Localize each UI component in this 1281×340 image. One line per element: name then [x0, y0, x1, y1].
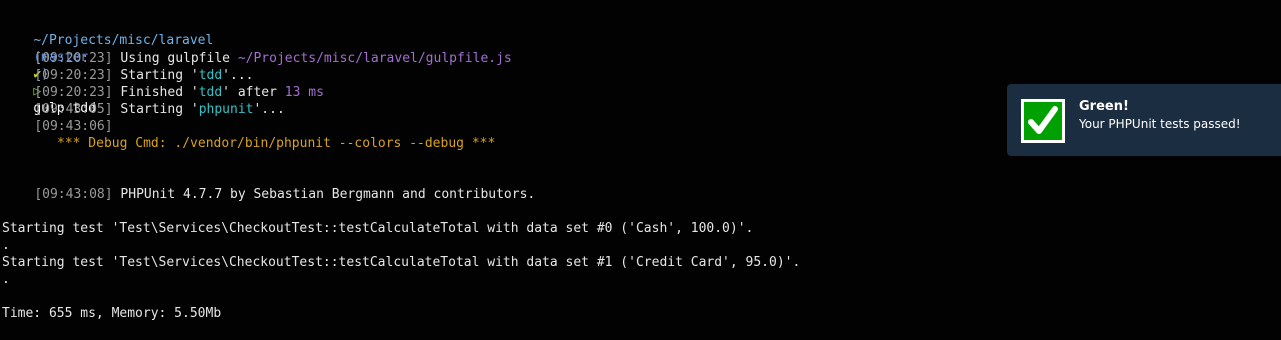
test-output-line: Starting test 'Test\Services\CheckoutTes…	[2, 255, 801, 270]
log-text: '...	[253, 102, 285, 117]
task-duration: 13 ms	[284, 85, 324, 100]
log-line-finished-tdd: [09:20:23] Finished 'tdd' after 13 ms	[3, 67, 324, 100]
test-summary: Time: 655 ms, Memory: 5.50Mb	[2, 306, 222, 321]
checkmark-icon	[1021, 99, 1065, 143]
notification-toast[interactable]: Green! Your PHPUnit tests passed!	[1007, 84, 1281, 156]
gulpfile-path: ~/Projects/misc/laravel/gulpfile.js	[237, 51, 512, 66]
phpunit-header-line: [09:43:08] PHPUnit 4.7.7 by Sebastian Be…	[3, 169, 535, 202]
terminal-window[interactable]: ~/Projects/misc/laravel (master ✔) ▷ gul…	[0, 0, 1281, 340]
log-line-starting-tdd: [09:20:23] Starting 'tdd'...	[3, 50, 253, 83]
task-name: phpunit	[198, 102, 254, 117]
log-text: Starting '	[112, 102, 199, 117]
test-output-line: Starting test 'Test\Services\CheckoutTes…	[2, 221, 754, 236]
log-line-empty: [09:43:06]	[3, 101, 112, 134]
test-progress-dot: .	[2, 238, 10, 253]
notification-body: Your PHPUnit tests passed!	[1079, 117, 1241, 131]
test-progress-dot: .	[2, 272, 10, 287]
log-text: PHPUnit 4.7.7 by Sebastian Bergmann and …	[112, 187, 536, 202]
notification-title: Green!	[1079, 99, 1129, 114]
debug-command-line: *** Debug Cmd: ./vendor/bin/phpunit --co…	[57, 136, 496, 151]
timestamp: [09:43:08]	[34, 187, 113, 202]
log-line-gulpfile: [09:20:23] Using gulpfile ~/Projects/mis…	[3, 33, 511, 66]
log-line-starting-phpunit: [09:43:05] Starting 'phpunit'...	[3, 84, 284, 117]
prompt-line: ~/Projects/misc/laravel (master ✔) ▷ gul…	[2, 15, 213, 116]
timestamp: [09:43:06]	[34, 119, 113, 134]
